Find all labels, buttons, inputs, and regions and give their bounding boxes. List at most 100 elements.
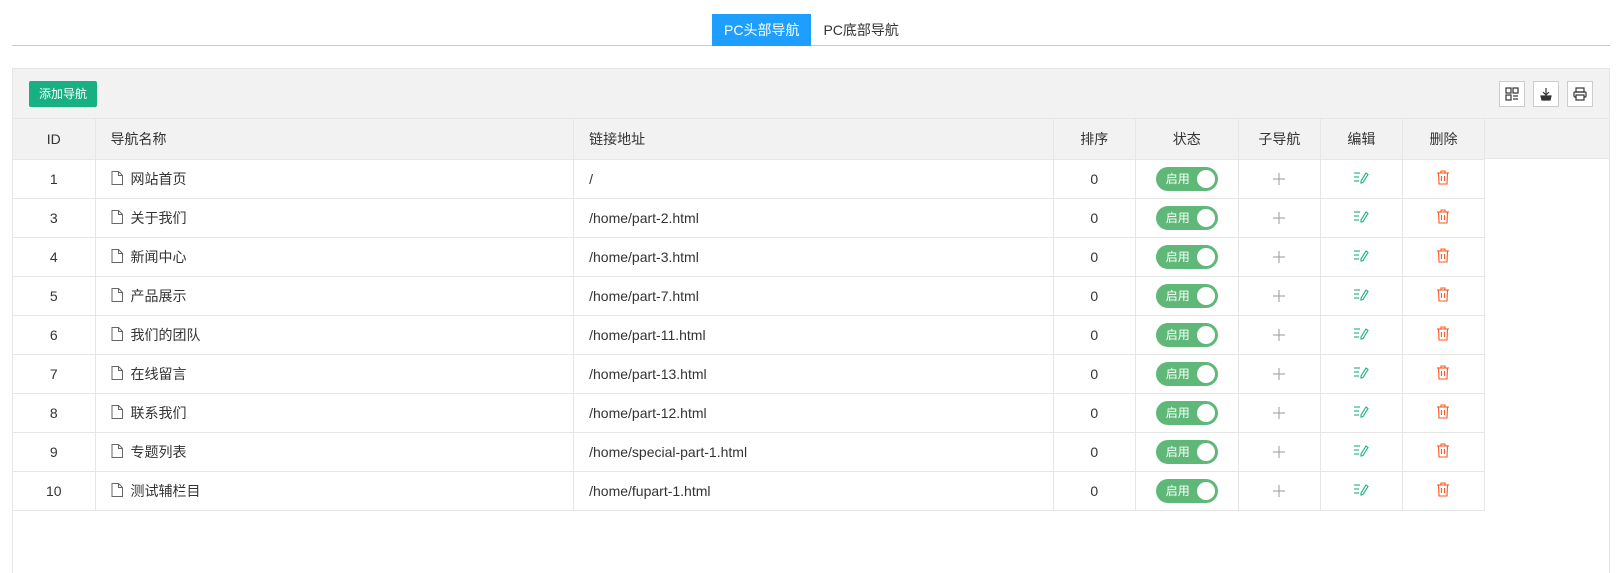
- add-child-icon[interactable]: [1273, 363, 1286, 385]
- edit-icon[interactable]: [1353, 443, 1370, 460]
- table-row: 10 测试辅栏目 /home/fupart-1.html 0 启用: [13, 471, 1486, 511]
- add-child-icon[interactable]: [1273, 402, 1286, 424]
- edit-icon[interactable]: [1353, 326, 1370, 343]
- cell-delete: [1402, 237, 1486, 277]
- table-row: 7 在线留言 /home/part-13.html 0 启用: [13, 354, 1486, 394]
- toggle-knob: [1196, 169, 1215, 188]
- edit-icon[interactable]: [1353, 248, 1370, 265]
- cell-id: 5: [13, 276, 96, 316]
- cell-edit: [1320, 159, 1403, 199]
- delete-icon[interactable]: [1436, 404, 1450, 422]
- status-toggle[interactable]: 启用: [1155, 166, 1218, 191]
- toolbar-icons: [1499, 81, 1593, 107]
- col-header-name: 导航名称: [95, 119, 575, 160]
- cell-delete: [1402, 198, 1486, 238]
- print-icon[interactable]: [1567, 81, 1593, 107]
- toggle-knob: [1196, 481, 1215, 500]
- tab-pc-footer-nav[interactable]: PC底部导航: [811, 14, 910, 46]
- delete-icon[interactable]: [1436, 287, 1450, 305]
- toggle-knob: [1196, 247, 1215, 266]
- edit-icon[interactable]: [1353, 287, 1370, 304]
- nav-table-panel: 添加导航 ID 导航名称 链接地址 排序 状态 子导航 编辑 删除 1 网站首页…: [12, 68, 1610, 573]
- nav-name: 在线留言: [130, 365, 187, 382]
- status-toggle[interactable]: 启用: [1155, 361, 1218, 386]
- add-child-icon[interactable]: [1273, 441, 1286, 463]
- status-toggle[interactable]: 启用: [1155, 478, 1218, 503]
- cell-name: 专题列表: [95, 432, 575, 472]
- edit-icon[interactable]: [1353, 170, 1370, 187]
- add-child-icon[interactable]: [1273, 246, 1286, 268]
- edit-icon[interactable]: [1353, 482, 1370, 499]
- toggle-knob: [1196, 364, 1215, 383]
- cell-link: /home/part-7.html: [573, 276, 1054, 316]
- file-icon: [111, 327, 123, 344]
- delete-icon[interactable]: [1436, 326, 1450, 344]
- table-row: 6 我们的团队 /home/part-11.html 0 启用: [13, 315, 1486, 355]
- cell-link: /home/part-12.html: [573, 393, 1054, 433]
- cell-edit: [1320, 276, 1403, 316]
- table-row: 9 专题列表 /home/special-part-1.html 0 启用: [13, 432, 1486, 472]
- edit-icon[interactable]: [1353, 404, 1370, 421]
- cell-edit: [1320, 315, 1403, 355]
- delete-icon[interactable]: [1436, 248, 1450, 266]
- add-child-icon[interactable]: [1273, 480, 1286, 502]
- cell-child: [1238, 198, 1321, 238]
- cell-sort: 0: [1053, 315, 1136, 355]
- cell-id: 6: [13, 315, 96, 355]
- delete-icon[interactable]: [1436, 170, 1450, 188]
- file-icon: [111, 288, 123, 305]
- columns-icon[interactable]: [1499, 81, 1525, 107]
- cell-child: [1238, 276, 1321, 316]
- export-icon[interactable]: [1533, 81, 1559, 107]
- cell-delete: [1402, 471, 1486, 511]
- status-label: 启用: [1165, 172, 1190, 186]
- cell-id: 8: [13, 393, 96, 433]
- table-row: 5 产品展示 /home/part-7.html 0 启用: [13, 276, 1486, 316]
- add-child-icon[interactable]: [1273, 324, 1286, 346]
- status-toggle[interactable]: 启用: [1155, 400, 1218, 425]
- tab-pc-header-nav[interactable]: PC头部导航: [712, 14, 812, 46]
- cell-child: [1238, 354, 1321, 394]
- cell-link: /home/fupart-1.html: [573, 471, 1054, 511]
- status-toggle[interactable]: 启用: [1155, 205, 1218, 230]
- delete-icon[interactable]: [1436, 365, 1450, 383]
- col-header-status: 状态: [1135, 119, 1239, 160]
- cell-status: 启用: [1135, 198, 1239, 238]
- edit-icon[interactable]: [1353, 365, 1370, 382]
- col-header-child: 子导航: [1238, 119, 1321, 160]
- status-toggle[interactable]: 启用: [1155, 322, 1218, 347]
- edit-icon[interactable]: [1353, 209, 1370, 226]
- nav-name: 联系我们: [130, 404, 187, 421]
- table-row: 4 新闻中心 /home/part-3.html 0 启用: [13, 237, 1486, 277]
- cell-name: 在线留言: [95, 354, 575, 394]
- add-nav-button[interactable]: 添加导航: [29, 81, 98, 107]
- cell-status: 启用: [1135, 354, 1239, 394]
- file-icon: [111, 366, 123, 383]
- col-header-edit: 编辑: [1320, 119, 1403, 160]
- cell-id: 1: [13, 159, 96, 199]
- cell-link: /home/part-2.html: [573, 198, 1054, 238]
- delete-icon[interactable]: [1436, 209, 1450, 227]
- cell-name: 我们的团队: [95, 315, 575, 355]
- cell-edit: [1320, 237, 1403, 277]
- cell-id: 10: [13, 471, 96, 511]
- add-child-icon[interactable]: [1273, 285, 1286, 307]
- status-label: 启用: [1165, 211, 1190, 225]
- cell-link: /: [573, 159, 1054, 199]
- status-toggle[interactable]: 启用: [1155, 439, 1218, 464]
- toggle-knob: [1196, 325, 1215, 344]
- cell-id: 9: [13, 432, 96, 472]
- status-label: 启用: [1165, 445, 1190, 459]
- delete-icon[interactable]: [1436, 482, 1450, 500]
- status-label: 启用: [1165, 406, 1190, 420]
- add-child-icon[interactable]: [1273, 207, 1286, 229]
- add-child-icon[interactable]: [1273, 168, 1286, 190]
- cell-name: 新闻中心: [95, 237, 575, 277]
- cell-edit: [1320, 432, 1403, 472]
- nav-name: 测试辅栏目: [130, 482, 201, 499]
- cell-edit: [1320, 354, 1403, 394]
- delete-icon[interactable]: [1436, 443, 1450, 461]
- status-toggle[interactable]: 启用: [1155, 283, 1218, 308]
- table-header-filler: [1485, 119, 1609, 159]
- status-toggle[interactable]: 启用: [1155, 244, 1218, 269]
